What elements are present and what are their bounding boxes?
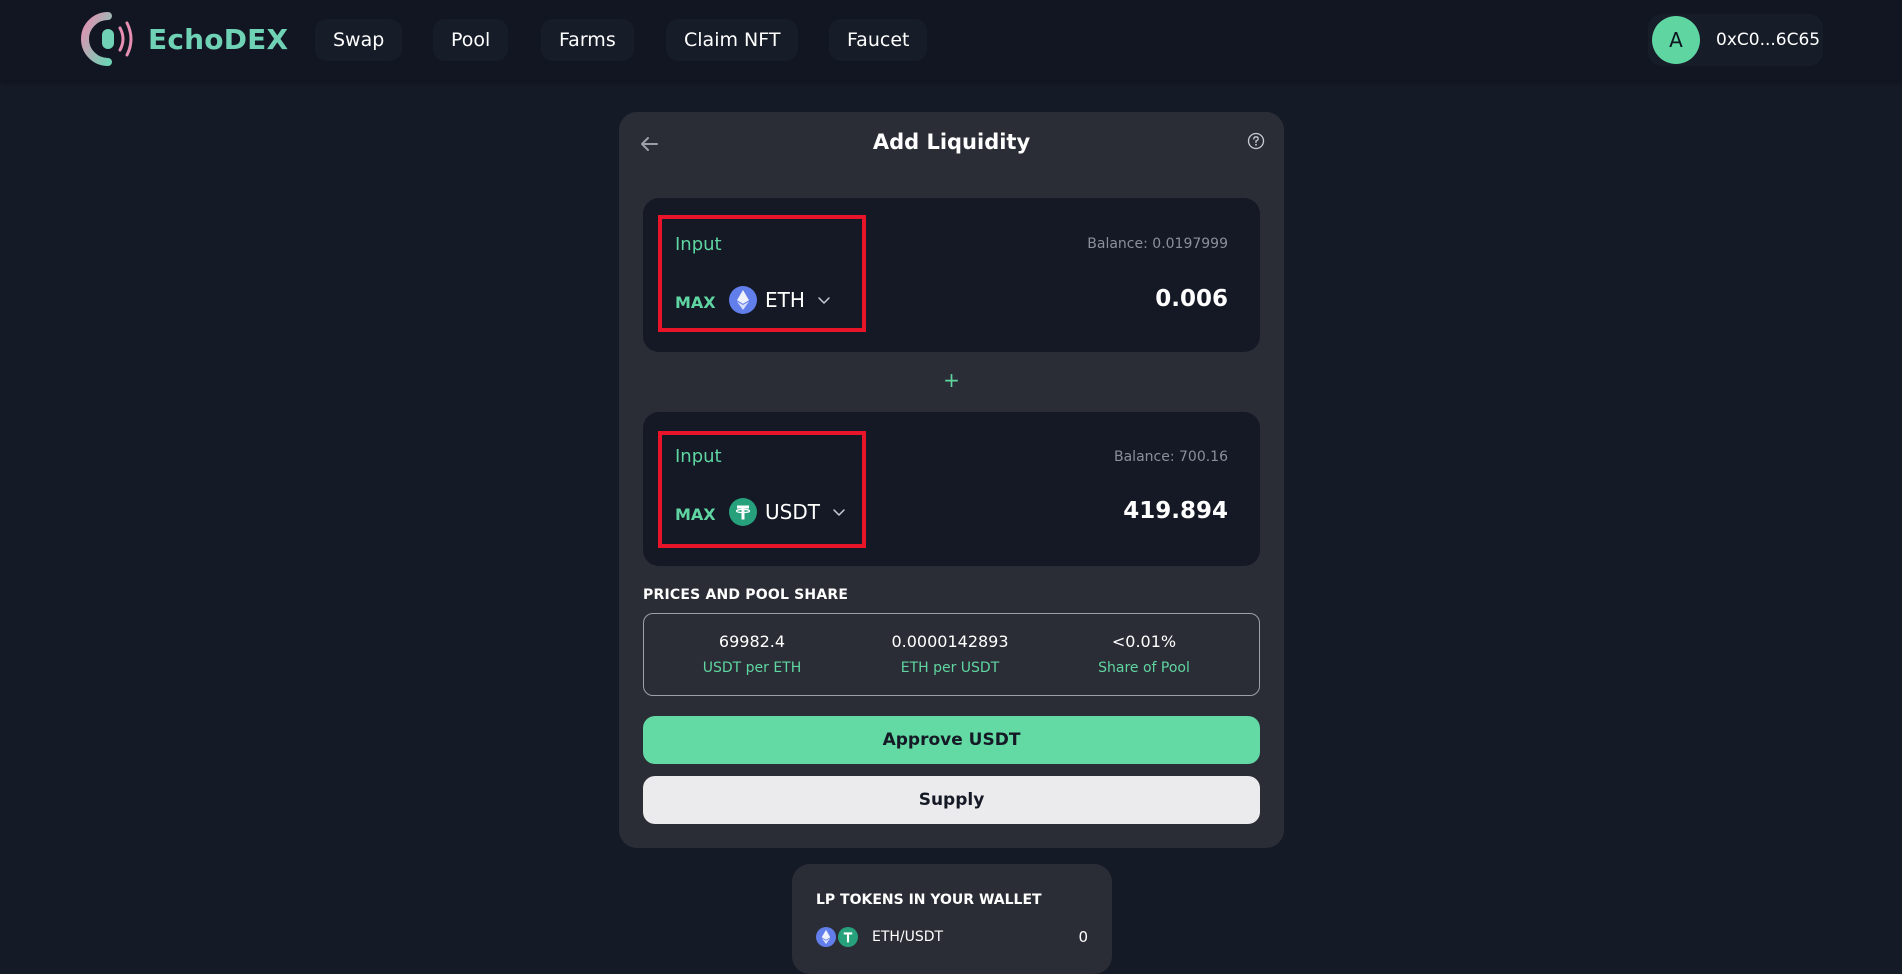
add-liquidity-card: Add Liquidity Input Balance: 0.0197999 M…	[619, 112, 1284, 848]
avatar: A	[1652, 16, 1700, 64]
nav-pool[interactable]: Pool	[433, 19, 509, 61]
account-button[interactable]: A 0xC0...6C65	[1648, 14, 1823, 66]
prices-title: PRICES AND POOL SHARE	[643, 587, 849, 603]
balance-text: Balance: 0.0197999	[1087, 236, 1228, 252]
lp-tokens-card: LP TOKENS IN YOUR WALLET ETH/USDT 0	[792, 864, 1112, 974]
brand-name: EchoDEX	[148, 22, 289, 56]
eth-icon	[729, 286, 757, 314]
nav-swap[interactable]: Swap	[315, 19, 403, 61]
token-symbol: USDT	[765, 500, 820, 524]
top-navbar: EchoDEX Swap Pool Farms Claim NFT Faucet…	[0, 0, 1902, 80]
price-value: <0.01%	[1111, 632, 1177, 651]
pair-icons	[816, 927, 858, 947]
logo[interactable]: EchoDEX	[78, 12, 288, 66]
plus-icon: +	[943, 368, 960, 392]
lp-row: ETH/USDT 0	[816, 926, 1088, 948]
share-of-pool: <0.01% Share of Pool	[1044, 632, 1244, 676]
input-label: Input	[675, 446, 722, 467]
nav-faucet[interactable]: Faucet	[829, 19, 928, 61]
supply-button[interactable]: Supply	[643, 776, 1260, 824]
amount-input[interactable]: 419.894	[1123, 498, 1228, 524]
max-button[interactable]: MAX	[675, 505, 716, 524]
lp-balance: 0	[1078, 928, 1088, 946]
max-button[interactable]: MAX	[675, 293, 716, 312]
token-input-usdt: Input Balance: 700.16 MAX USDT 419.894	[643, 412, 1260, 566]
prices-panel: 69982.4 USDT per ETH 0.0000142893 ETH pe…	[643, 613, 1260, 696]
approve-usdt-button[interactable]: Approve USDT	[643, 716, 1260, 764]
price-value: 69982.4	[718, 632, 786, 651]
wallet-address: 0xC0...6C65	[1716, 30, 1821, 50]
token-selector-usdt[interactable]: USDT	[729, 496, 846, 528]
eth-icon	[816, 927, 836, 947]
card-title: Add Liquidity	[872, 130, 1031, 154]
chevron-down-icon	[833, 509, 845, 516]
price-label: USDT per ETH	[702, 660, 802, 676]
lp-title: LP TOKENS IN YOUR WALLET	[816, 892, 1042, 908]
input-label: Input	[675, 234, 722, 255]
token-selector-eth[interactable]: ETH	[729, 284, 831, 316]
help-icon[interactable]	[1247, 132, 1265, 150]
usdt-icon	[838, 927, 858, 947]
token-input-eth: Input Balance: 0.0197999 MAX ETH 0.006	[643, 198, 1260, 352]
nav-farms[interactable]: Farms	[541, 19, 634, 61]
price-label: Share of Pool	[1098, 660, 1190, 676]
echodex-logo-icon	[81, 12, 133, 66]
price-label: ETH per USDT	[900, 660, 1000, 676]
amount-input[interactable]: 0.006	[1155, 286, 1228, 312]
lp-pair-name: ETH/USDT	[872, 929, 944, 945]
price-value: 0.0000142893	[891, 632, 1009, 651]
nav-claim-nft[interactable]: Claim NFT	[666, 19, 799, 61]
token-symbol: ETH	[765, 288, 805, 312]
chevron-down-icon	[818, 297, 830, 304]
price-usdt-per-eth: 69982.4 USDT per ETH	[652, 632, 852, 676]
balance-text: Balance: 700.16	[1114, 449, 1228, 465]
price-eth-per-usdt: 0.0000142893 ETH per USDT	[850, 632, 1050, 676]
usdt-icon	[729, 498, 757, 526]
